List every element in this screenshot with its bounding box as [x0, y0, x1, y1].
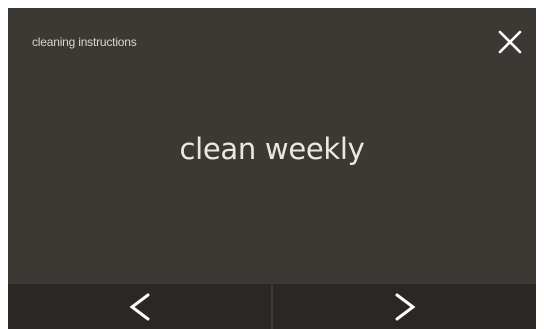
screen-title: cleaning instructions	[32, 35, 137, 49]
chevron-left-icon	[129, 293, 149, 320]
screen-panel: cleaning instructions clean weekly	[8, 8, 536, 329]
close-button[interactable]	[494, 26, 526, 58]
instruction-message: clean weekly	[179, 132, 365, 166]
previous-button[interactable]	[8, 284, 271, 329]
navigation-bar	[8, 284, 536, 329]
close-icon	[498, 30, 522, 54]
next-button[interactable]	[273, 284, 536, 329]
chevron-right-icon	[395, 293, 415, 320]
